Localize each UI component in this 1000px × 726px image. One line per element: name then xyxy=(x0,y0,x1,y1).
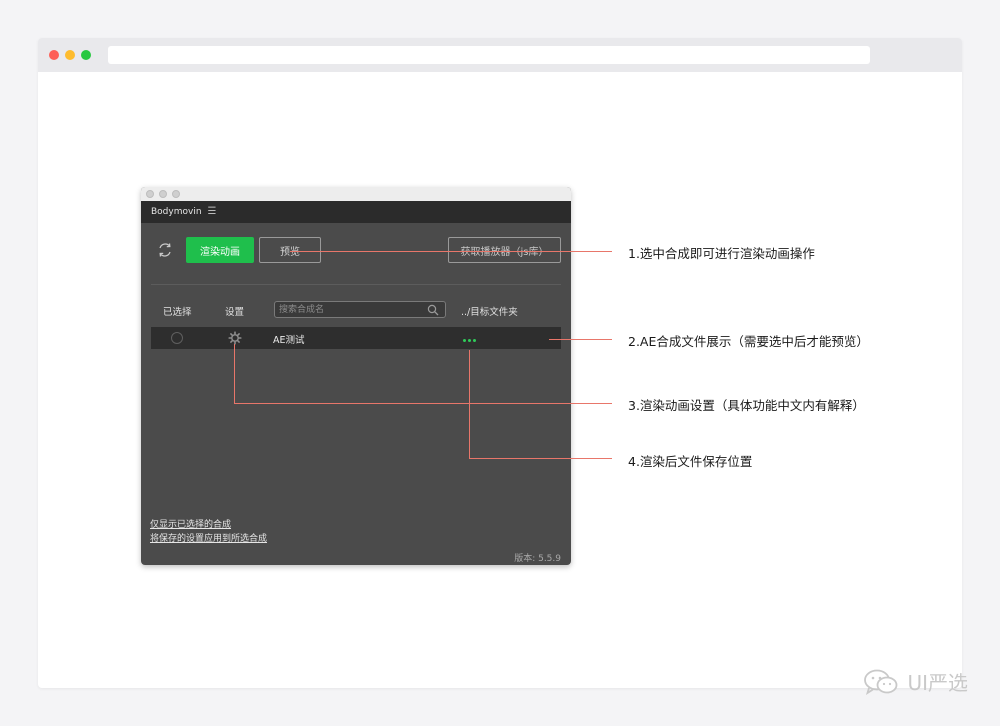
callout-line-4 xyxy=(469,458,612,459)
maximize-window-button[interactable] xyxy=(81,50,91,60)
gear-icon[interactable] xyxy=(228,331,242,345)
annotation-4: 4.渲染后文件保存位置 xyxy=(628,454,753,469)
callout-line-2 xyxy=(549,339,612,340)
panel-close-button[interactable] xyxy=(146,190,154,198)
divider xyxy=(151,284,561,285)
search-box xyxy=(274,301,446,318)
watermark: UI严选 xyxy=(863,667,968,696)
search-input[interactable] xyxy=(275,302,427,317)
composition-name: AE测试 xyxy=(273,335,305,346)
browser-toolbar xyxy=(38,38,962,72)
more-dots-icon[interactable] xyxy=(463,339,476,342)
close-window-button[interactable] xyxy=(49,50,59,60)
get-player-button[interactable]: 获取播放器（js库） xyxy=(448,237,561,263)
annotation-1: 1.选中合成即可进行渲染动画操作 xyxy=(628,246,815,261)
bodymovin-panel: Bodymovin ☰ 渲染动画 预览 获取播放器（js库） 已选择 设置 ..… xyxy=(141,187,571,565)
panel-titlebar xyxy=(141,187,571,202)
column-header-destination: ../目标文件夹 xyxy=(461,307,518,318)
annotation-3: 3.渲染动画设置（具体功能中文内有解释） xyxy=(628,398,865,413)
render-button[interactable]: 渲染动画 xyxy=(186,237,254,263)
wechat-icon xyxy=(864,669,898,695)
callout-line-3 xyxy=(234,403,612,404)
show-selected-link[interactable]: 仅显示已选择的合成 xyxy=(150,517,231,530)
callout-line-1 xyxy=(290,251,612,252)
panel-header: Bodymovin ☰ xyxy=(141,201,571,223)
preview-button[interactable]: 预览 xyxy=(259,237,321,263)
select-radio[interactable] xyxy=(171,332,183,344)
address-bar[interactable] xyxy=(108,46,870,64)
minimize-window-button[interactable] xyxy=(65,50,75,60)
callout-vline-4 xyxy=(469,350,470,458)
refresh-icon[interactable] xyxy=(156,241,174,259)
column-header-selected: 已选择 xyxy=(163,307,192,318)
watermark-text: UI严选 xyxy=(907,671,968,695)
panel-maximize-button[interactable] xyxy=(172,190,180,198)
callout-vline-3 xyxy=(234,344,235,403)
annotation-2: 2.AE合成文件展示（需要选中后才能预览） xyxy=(628,334,869,349)
search-icon[interactable] xyxy=(427,304,439,316)
panel-minimize-button[interactable] xyxy=(159,190,167,198)
version-label: 版本: 5.5.9 xyxy=(514,554,561,564)
menu-icon[interactable]: ☰ xyxy=(208,207,217,217)
panel-title: Bodymovin xyxy=(151,207,202,217)
apply-settings-link[interactable]: 将保存的设置应用到所选合成 xyxy=(150,531,267,544)
column-header-settings: 设置 xyxy=(225,307,245,318)
composition-row[interactable]: AE测试 xyxy=(151,327,561,349)
